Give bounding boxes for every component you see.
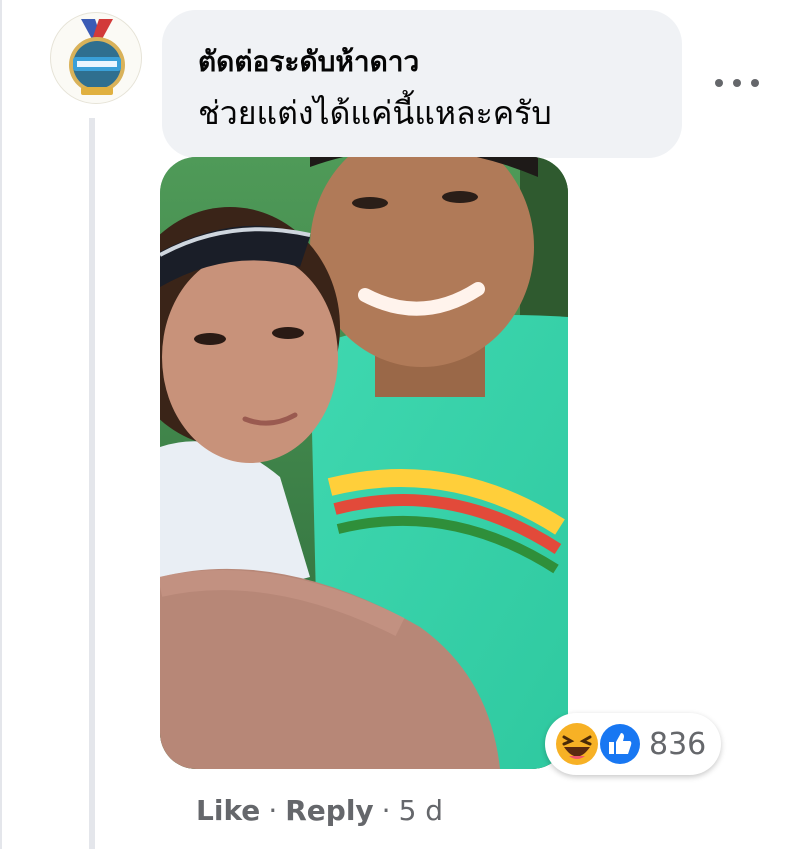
comment-timestamp[interactable]: 5 d [399, 794, 444, 827]
comment-bubble: ตัดต่อระดับห้าดาว ช่วยแต่งได้แค่นี้แหละค… [162, 10, 682, 158]
separator: · [268, 793, 278, 827]
reply-thread-line [89, 118, 95, 849]
comment-author[interactable]: ตัดต่อระดับห้าดาว [198, 40, 419, 84]
reactions-summary[interactable]: 836 [545, 713, 721, 775]
like-icon [598, 722, 642, 766]
comment-photo[interactable] [160, 157, 568, 769]
haha-icon [553, 720, 601, 768]
more-options-icon[interactable] [715, 68, 759, 98]
medal-badge-icon [69, 19, 125, 95]
thread-border [0, 0, 2, 849]
reply-button[interactable]: Reply [285, 794, 373, 827]
comment-text: ช่วยแต่งได้แค่นี้แหละครับ [198, 94, 552, 132]
more-dot [733, 79, 741, 87]
more-dot [715, 79, 723, 87]
reaction-count: 836 [649, 727, 707, 762]
avatar[interactable] [50, 12, 142, 104]
separator: · [381, 793, 391, 827]
like-button[interactable]: Like [196, 794, 260, 827]
comment-actions: Like · Reply · 5 d [196, 788, 443, 832]
couple-selfie-image [160, 157, 568, 769]
more-dot [751, 79, 759, 87]
